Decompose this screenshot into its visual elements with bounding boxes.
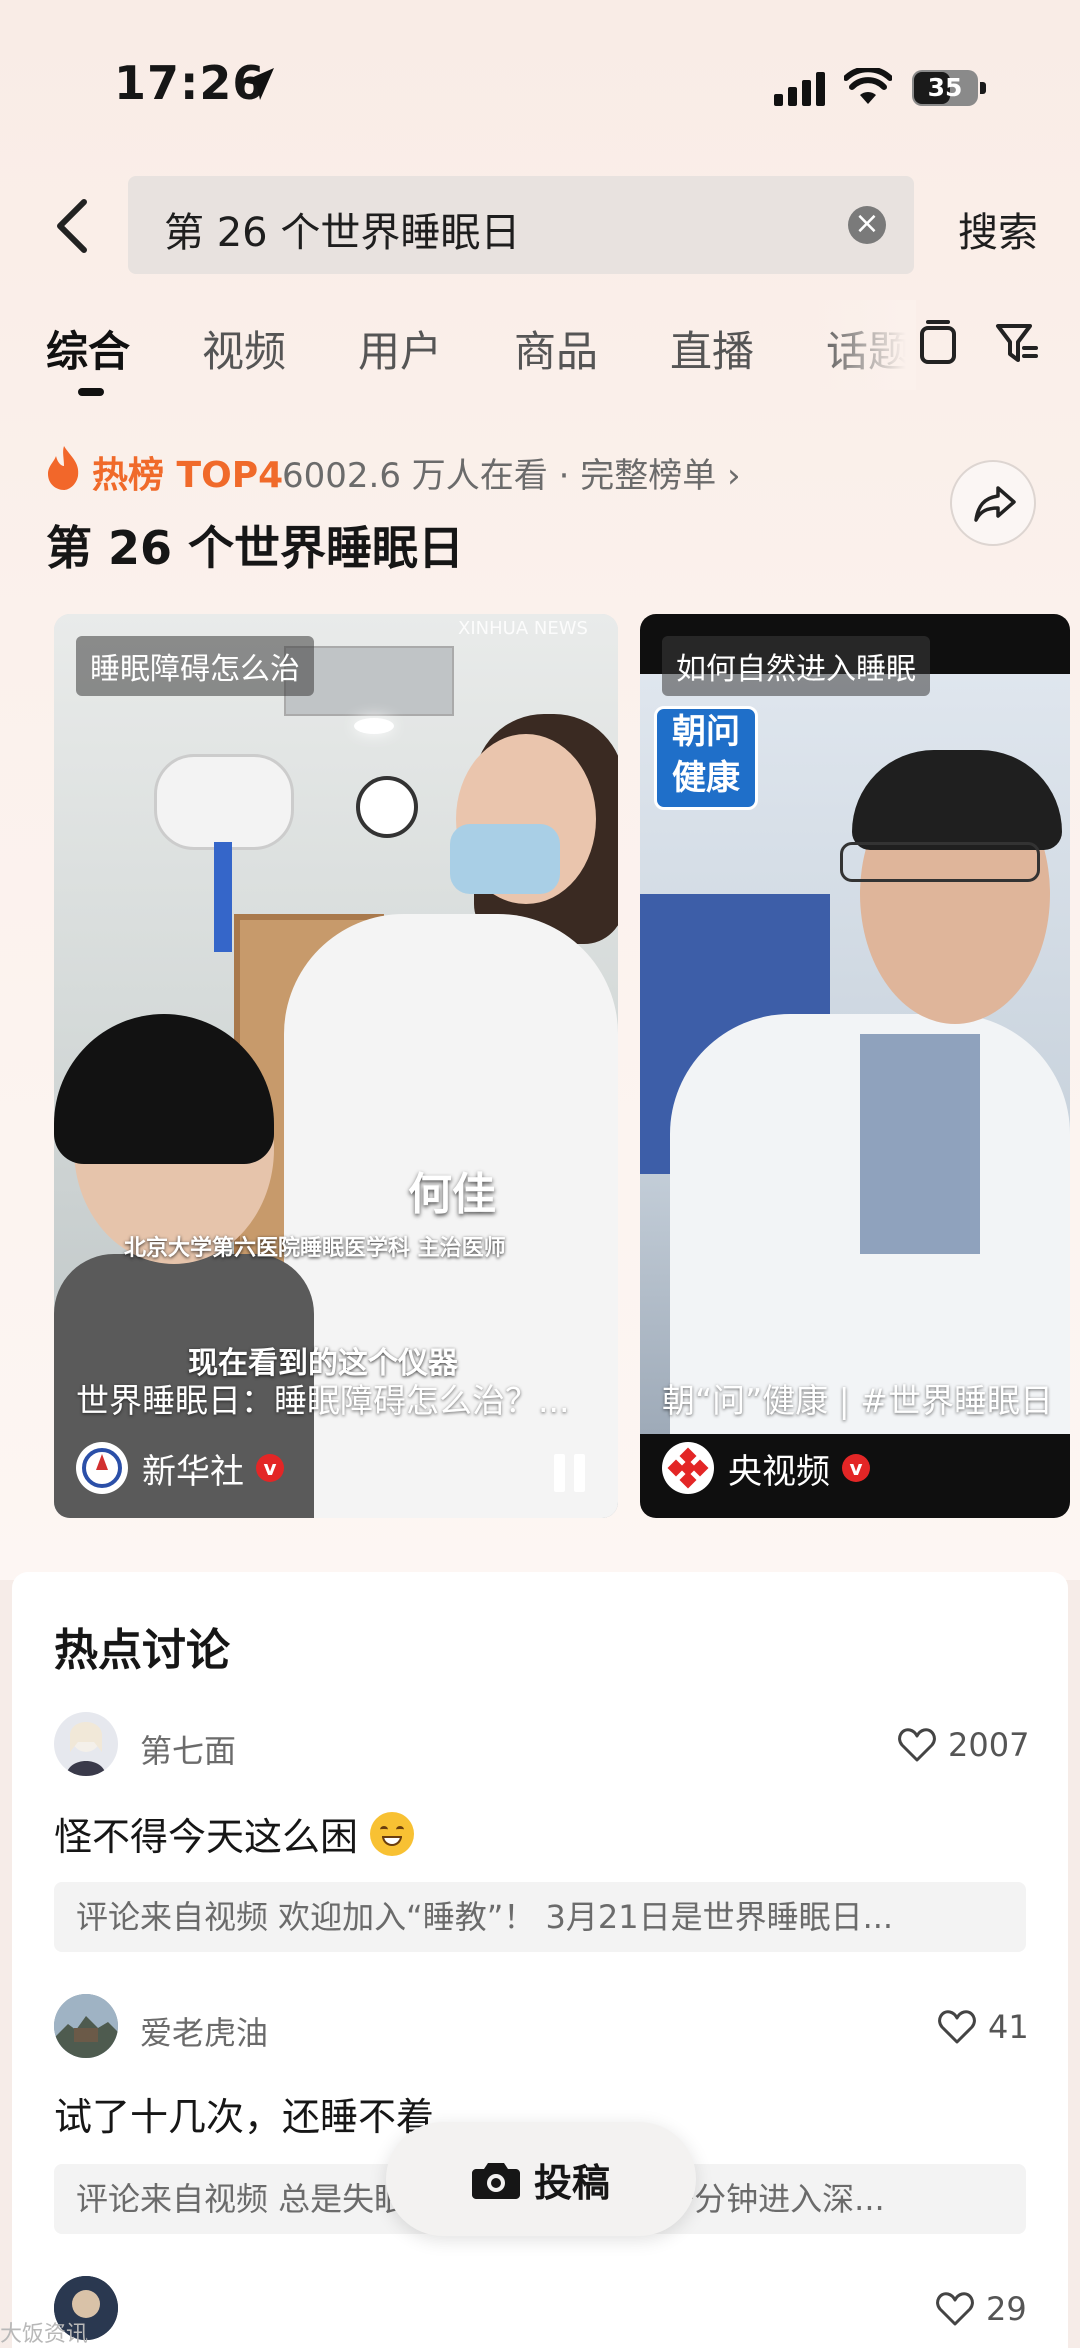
video-author[interactable]: 央视频 v — [662, 1440, 870, 1496]
location-arrow-icon — [242, 68, 274, 100]
search-button[interactable]: 搜索 — [958, 200, 1038, 258]
back-arrow-icon[interactable] — [50, 198, 94, 254]
post-button-label: 投稿 — [533, 2160, 610, 2205]
like-button[interactable]: 41 — [938, 2008, 1029, 2046]
tab-comprehensive[interactable]: 综合 — [46, 318, 130, 379]
wifi-icon — [844, 68, 892, 104]
comment-text-content: 怪不得今天这么困 — [54, 1815, 359, 1859]
scene-doctor-shirt — [860, 1034, 980, 1254]
video-watermark: XINHUA NEWS — [458, 618, 588, 639]
hot-rank-label[interactable]: 热榜 TOP4 — [92, 446, 283, 498]
like-count: 2007 — [948, 1726, 1030, 1764]
grin-emoji-icon — [370, 1812, 415, 1856]
tab-fade-overlay — [816, 300, 916, 390]
video-card-xinhua[interactable]: XINHUA NEWS 睡眠障碍怎么治 何佳 北京大学第六医院睡眠医学科 主治医… — [54, 614, 618, 1518]
search-query: 第 26 个世界睡眠日 — [164, 210, 521, 256]
tab-users[interactable]: 用户 — [358, 318, 442, 379]
filter-icon[interactable] — [994, 320, 1040, 366]
tab-video[interactable]: 视频 — [202, 318, 286, 379]
cellular-signal-icon — [774, 72, 825, 106]
xinhua-logo-icon — [76, 1442, 128, 1494]
video-caption: 世界睡眠日：睡眠障碍怎么治？... — [76, 1381, 570, 1420]
author-name: 新华社 — [142, 1451, 244, 1492]
program-logo: 朝问 健康 — [654, 706, 758, 810]
like-button[interactable]: 2007 — [898, 1726, 1029, 1764]
cctv-logo-icon — [662, 1442, 714, 1494]
tab-products[interactable]: 商品 — [514, 318, 598, 379]
search-input[interactable]: 第 26 个世界睡眠日 × — [128, 176, 914, 274]
post-button[interactable]: 投稿 — [386, 2122, 696, 2236]
program-logo-top: 朝问 — [672, 712, 740, 752]
heart-icon — [938, 2010, 976, 2044]
scene-wall-clock — [356, 776, 418, 838]
avatar[interactable] — [54, 1994, 118, 2058]
comment-text: 试了十几次，还睡不着 — [54, 2095, 435, 2139]
tab-live[interactable]: 直播 — [670, 318, 754, 379]
video-author[interactable]: 新华社 v — [76, 1440, 284, 1496]
share-icon — [974, 486, 1016, 522]
camera-icon — [471, 2163, 520, 2199]
battery-nub — [980, 82, 986, 94]
video-tag: 睡眠障碍怎么治 — [76, 636, 314, 696]
discussion-title: 热点讨论 — [54, 1625, 230, 1676]
active-tab-indicator — [78, 388, 104, 396]
comment-user[interactable]: 爱老虎油 — [140, 2008, 268, 2054]
scene-device-arm — [214, 842, 232, 952]
comment-source[interactable]: 评论来自视频 欢迎加入“睡教”！ 3月21日是世界睡眠日... — [54, 1882, 1026, 1952]
video-subtitle-title: 北京大学第六医院睡眠医学科 主治医师 — [124, 1236, 506, 1261]
clear-search-icon[interactable]: × — [848, 206, 886, 244]
hot-rank-meta[interactable]: 6002.6 万人在看 · 完整榜单 › — [282, 448, 741, 497]
video-tag: 如何自然进入睡眠 — [662, 636, 930, 696]
battery-indicator: 35 — [912, 70, 986, 106]
like-count: 29 — [986, 2290, 1027, 2328]
heart-icon — [898, 1728, 936, 1762]
video-caption: 朝“问”健康 | #世界睡眠日 — [662, 1381, 1053, 1420]
layout-toggle-icon[interactable] — [918, 320, 958, 368]
scene-device — [154, 754, 294, 850]
scene-glasses — [840, 842, 1040, 882]
pause-icon[interactable] — [554, 1454, 588, 1492]
video-subtitle-name: 何佳 — [408, 1169, 496, 1220]
scene-ceiling-light — [354, 718, 394, 734]
like-button[interactable]: 29 — [936, 2290, 1027, 2328]
video-card-cctv[interactable]: 朝问 健康 如何自然进入睡眠 朝“问”健康 | #世界睡眠日 央视频 v — [640, 614, 1070, 1518]
heart-icon — [936, 2292, 974, 2326]
verified-badge-icon: v — [256, 1454, 284, 1482]
comment-text: 怪不得今天这么困 — [54, 1806, 415, 1861]
battery-level: 35 — [927, 73, 963, 102]
watermark-text: 大饭资讯 — [0, 2322, 89, 2347]
topic-title: 第 26 个世界睡眠日 — [46, 521, 465, 575]
comment-user[interactable]: 第七面 — [140, 1726, 236, 1772]
author-name: 央视频 — [728, 1451, 830, 1492]
verified-badge-icon: v — [842, 1454, 870, 1482]
like-count: 41 — [988, 2008, 1029, 2046]
scene-mask — [450, 824, 560, 894]
program-logo-bottom: 健康 — [672, 758, 740, 798]
avatar[interactable] — [54, 1712, 118, 1776]
share-button[interactable] — [950, 460, 1036, 546]
fire-icon — [48, 446, 79, 490]
